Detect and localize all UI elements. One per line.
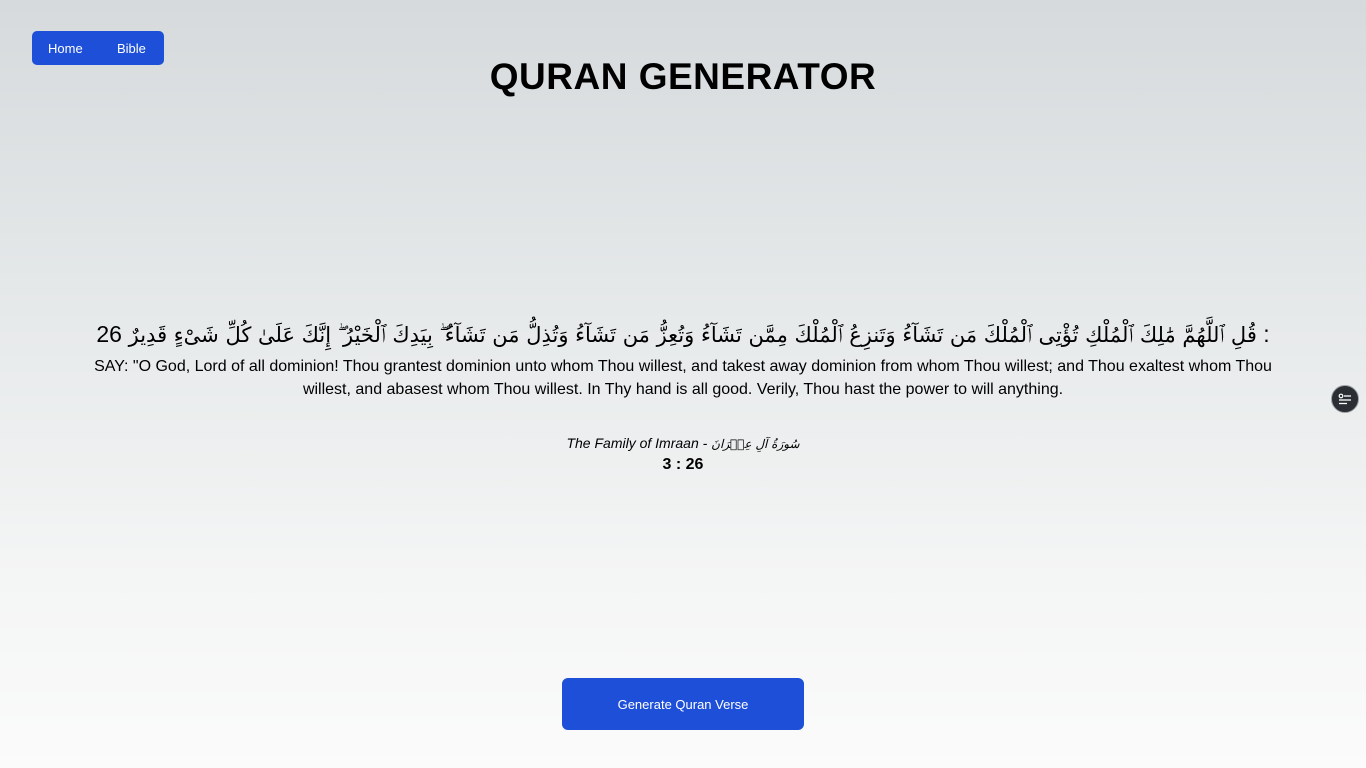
surah-name-arabic: سُورَةُ آلِ عِمۡرَانَ <box>711 437 800 451</box>
nav-bible-link[interactable]: Bible <box>117 41 146 56</box>
arabic-verse: قُلِ ٱللَّهُمَّ مَٰلِكَ ٱلْمُلْكِ تُؤْتِ… <box>60 314 1306 355</box>
surah-name-english: The Family of Imraan - <box>566 435 712 451</box>
surah-name: The Family of Imraan - سُورَةُ آلِ عِمۡر… <box>0 433 1366 454</box>
verse-translation: SAY: "O God, Lord of all dominion! Thou … <box>94 358 1272 398</box>
nav-home-link[interactable]: Home <box>48 41 83 56</box>
list-settings-icon-glyph <box>1338 393 1351 405</box>
list-settings-icon[interactable] <box>1331 385 1359 413</box>
page-title: QURAN GENERATOR <box>489 56 877 97</box>
arabic-verse-text: قُلِ ٱللَّهُمَّ مَٰلِكَ ٱلْمُلْكِ تُؤْتِ… <box>128 323 1257 347</box>
verse-reference: 3 : 26 <box>662 456 704 473</box>
generate-verse-button[interactable]: Generate Quran Verse <box>562 678 804 730</box>
